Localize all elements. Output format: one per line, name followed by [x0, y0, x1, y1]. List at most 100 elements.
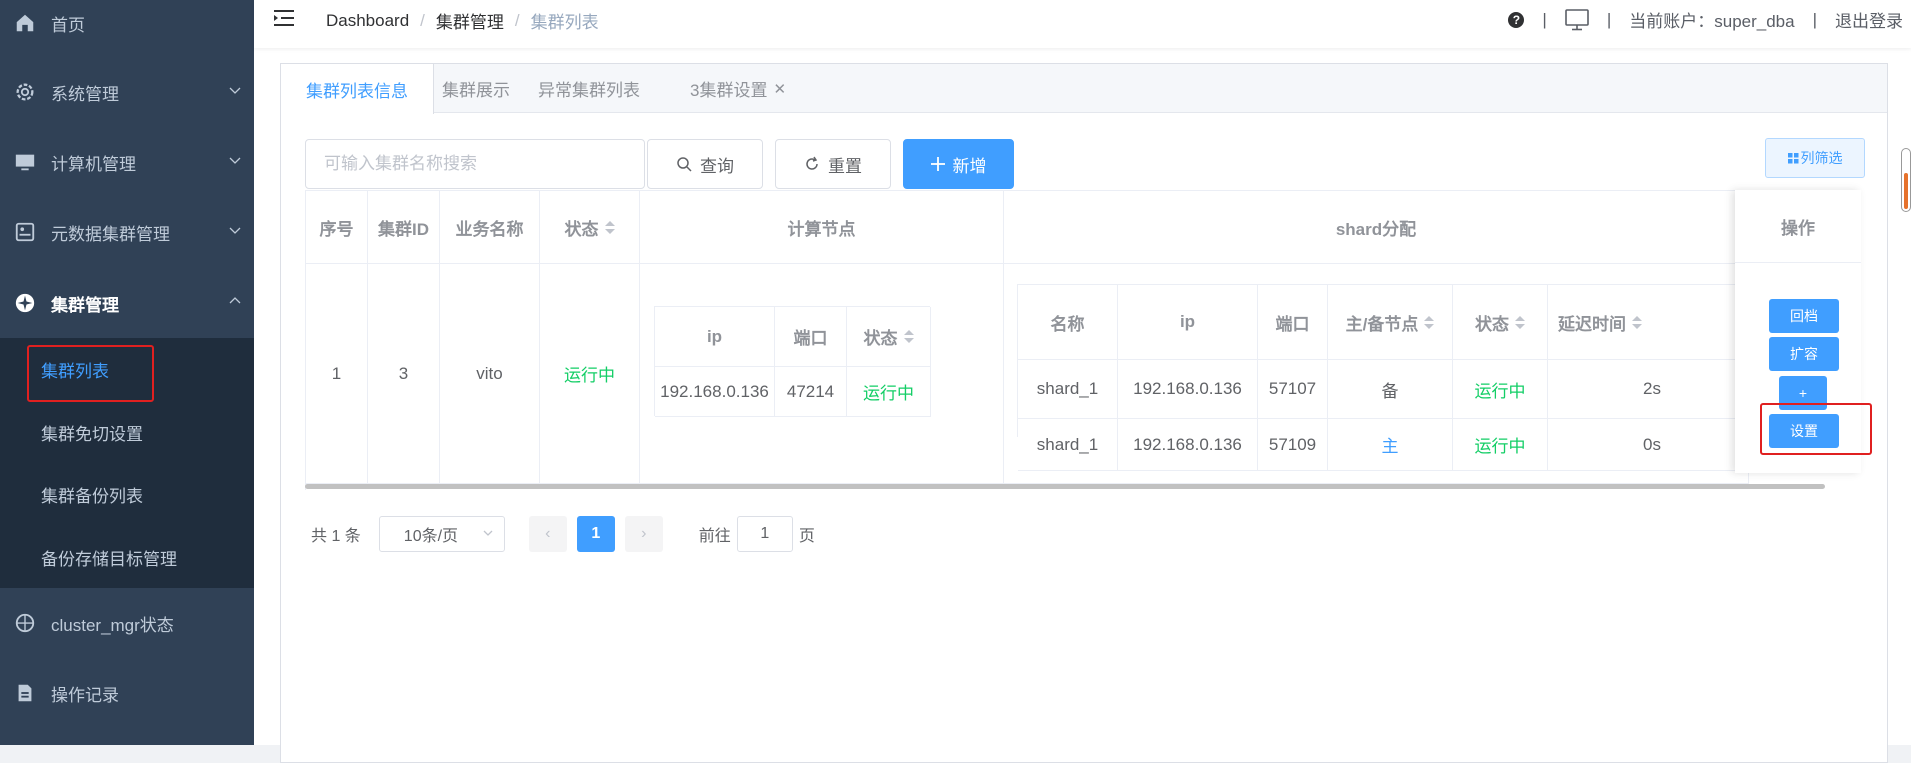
tab-bar: 集群列表信息 集群展示 异常集群列表 3集群设置 ✕	[281, 64, 1887, 114]
button-label: +	[1798, 385, 1808, 401]
screen-icon[interactable]	[1565, 8, 1589, 31]
submenu-item-cluster-switch-settings[interactable]: 集群免切设置	[0, 401, 254, 463]
sidebar-item-home[interactable]: 首页	[0, 0, 254, 58]
column-filter-label: 列筛选	[1800, 150, 1843, 166]
cell-value: 2s	[1643, 379, 1661, 398]
header-label: 延迟时间	[1558, 314, 1626, 334]
header-label: 状态	[564, 219, 599, 239]
prev-page-button[interactable]: ‹	[528, 516, 567, 552]
compute-cell-port: 47214	[775, 367, 847, 417]
reset-button[interactable]: 重置	[775, 139, 891, 189]
shard-header-status[interactable]: 状态	[1453, 285, 1548, 360]
header-label: shard分配	[1335, 219, 1417, 239]
sidebar-item-label: 集群管理	[51, 295, 119, 315]
query-label: 查询	[700, 156, 734, 176]
sidebar-item-system[interactable]: 系统管理	[0, 57, 254, 127]
close-icon[interactable]: ✕	[773, 80, 786, 98]
compute-header-ip: ip	[655, 307, 775, 367]
cell-value: 3	[398, 363, 409, 383]
chevron-down-icon	[229, 87, 241, 94]
rollback-button[interactable]: 回档	[1769, 299, 1839, 333]
main-content: Dashboard / 集群管理 / 集群列表 ? | | 当前账户：super…	[254, 0, 1911, 763]
cell-value: shard_1	[1036, 434, 1099, 454]
status-running: 运行中	[1474, 437, 1526, 456]
submenu-item-label: 集群免切设置	[41, 424, 143, 444]
tab-cluster-settings[interactable]: 3集群设置 ✕	[665, 64, 811, 113]
next-page-button[interactable]: ›	[624, 516, 663, 552]
shard-cell-delay: 0s	[1548, 419, 1744, 471]
chevron-down-icon	[483, 530, 493, 536]
sidebar-item-label: 操作记录	[51, 685, 119, 705]
shard-cell-port: 57107	[1258, 360, 1328, 419]
shard-table: 名称 ip 端口 主/备节点 状态 延迟时间 shard_1 192.168.0…	[1017, 284, 1744, 471]
menu-fold-icon[interactable]	[274, 8, 296, 28]
sidebar-item-operation-log[interactable]: 操作记录	[0, 658, 254, 728]
cell-status: 运行中	[540, 264, 640, 484]
shard-cell-status: 运行中	[1453, 360, 1548, 419]
cell-biz-name: vito	[440, 264, 540, 484]
page-number: 1	[591, 525, 601, 542]
horizontal-scrollbar[interactable]	[305, 484, 1825, 489]
divider: |	[1812, 9, 1817, 29]
status-running: 运行中	[1474, 381, 1526, 401]
sort-icon[interactable]	[1515, 315, 1525, 329]
logout-link[interactable]: 退出登录	[1835, 7, 1903, 32]
shard-header-name: 名称	[1018, 285, 1118, 360]
compute-header-status[interactable]: 状态	[847, 307, 931, 367]
page-number-button[interactable]: 1	[576, 516, 615, 552]
cell-value: 47214	[786, 381, 835, 401]
page-size-select[interactable]: 10条/页	[378, 516, 505, 552]
compute-cell-ip: 192.168.0.136	[655, 367, 775, 417]
page-unit-label: 页	[798, 528, 815, 545]
chevron-down-icon	[229, 157, 241, 164]
tab-abnormal-cluster-list[interactable]: 异常集群列表	[513, 64, 665, 113]
shard-header-role[interactable]: 主/备节点	[1328, 285, 1453, 360]
add-button[interactable]: 新增	[903, 139, 1014, 189]
navbar: Dashboard / 集群管理 / 集群列表 ? | | 当前账户：super…	[254, 0, 1911, 48]
submenu-item-cluster-backup-list[interactable]: 集群备份列表	[0, 463, 254, 525]
header-label: ip	[1179, 312, 1196, 331]
goto-page-input[interactable]: 1	[736, 516, 793, 552]
header-label: 序号	[319, 219, 354, 239]
cell-cluster-id: 3	[368, 264, 440, 484]
sidebar-item-cluster-management[interactable]: 集群管理	[0, 268, 254, 338]
sidebar-item-metadata-cluster[interactable]: 元数据集群管理	[0, 197, 254, 267]
compass-icon	[14, 612, 36, 634]
grid-icon	[1787, 152, 1799, 164]
query-button[interactable]: 查询	[647, 139, 763, 189]
shard-cell-name: shard_1	[1018, 360, 1118, 419]
breadcrumb-item-dashboard[interactable]: Dashboard	[326, 11, 409, 31]
cell-value: shard_1	[1036, 379, 1099, 398]
cell-value: 57109	[1268, 434, 1317, 454]
submenu-item-backup-storage[interactable]: 备份存储目标管理	[0, 526, 254, 588]
expand-button[interactable]: 扩容	[1769, 337, 1839, 371]
sidebar-item-cluster-mgr-status[interactable]: cluster_mgr状态	[0, 588, 254, 658]
sort-icon[interactable]	[1632, 315, 1642, 329]
cell-value: 192.168.0.136	[1133, 379, 1242, 398]
vertical-scrollbar[interactable]	[1901, 148, 1911, 212]
tab-cluster-list-info[interactable]: 集群列表信息	[281, 64, 434, 114]
column-filter-button[interactable]: 列筛选	[1765, 138, 1865, 178]
tab-label: 3集群设置	[690, 81, 768, 100]
sidebar-item-computer[interactable]: 计算机管理	[0, 127, 254, 197]
header-label: 计算节点	[787, 219, 856, 239]
header-label: ip	[706, 326, 723, 346]
sort-icon[interactable]	[903, 330, 914, 343]
compute-header-port: 端口	[775, 307, 847, 367]
submenu-item-label: 备份存储目标管理	[41, 549, 177, 569]
sidebar-item-label: 计算机管理	[51, 154, 136, 174]
header-status[interactable]: 状态	[540, 191, 640, 264]
sort-icon[interactable]	[604, 220, 615, 234]
status-running: 运行中	[863, 384, 914, 403]
breadcrumb-item-cluster-list: 集群列表	[530, 13, 599, 32]
search-input[interactable]	[305, 139, 645, 189]
add-label: 新增	[952, 156, 987, 176]
shard-header-delay[interactable]: 延迟时间	[1548, 285, 1744, 360]
sort-icon[interactable]	[1424, 315, 1435, 329]
header-biz-name: 业务名称	[440, 191, 540, 264]
sidebar-item-label: 首页	[51, 15, 85, 35]
highlight-box-settings	[1760, 403, 1872, 455]
breadcrumb-item-cluster-management[interactable]: 集群管理	[436, 8, 504, 33]
help-icon[interactable]: ?	[1508, 11, 1525, 28]
reset-label: 重置	[828, 156, 862, 176]
